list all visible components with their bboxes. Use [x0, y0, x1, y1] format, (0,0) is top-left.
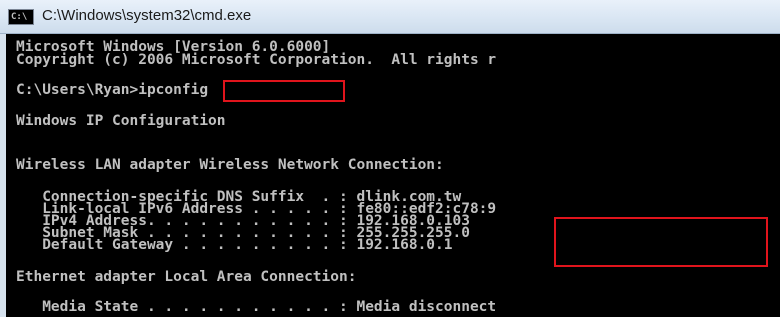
ip-values-highlight-box: [554, 217, 768, 267]
console-line: Windows IP Configuration: [16, 113, 226, 129]
console-output[interactable]: Microsoft Windows [Version 6.0.6000] Cop…: [0, 34, 780, 317]
console-line: Ethernet adapter Local Area Connection:: [16, 269, 357, 285]
window-title: C:\Windows\system32\cmd.exe: [42, 7, 252, 24]
console-line: Default Gateway . . . . . . . . . : 192.…: [16, 237, 453, 253]
cmd-icon: C:\: [8, 9, 34, 25]
prompt-line: C:\Users\Ryan>ipconfig: [16, 82, 209, 98]
console-line: Media State . . . . . . . . . . . : Medi…: [16, 299, 497, 315]
command-highlight-box: [223, 80, 345, 102]
console-line: Wireless LAN adapter Wireless Network Co…: [16, 157, 444, 173]
console-line: Copyright (c) 2006 Microsoft Corporation…: [16, 52, 497, 68]
title-bar[interactable]: C:\ C:\Windows\system32\cmd.exe: [0, 0, 780, 34]
cmd-window: C:\ C:\Windows\system32\cmd.exe Microsof…: [0, 0, 780, 317]
